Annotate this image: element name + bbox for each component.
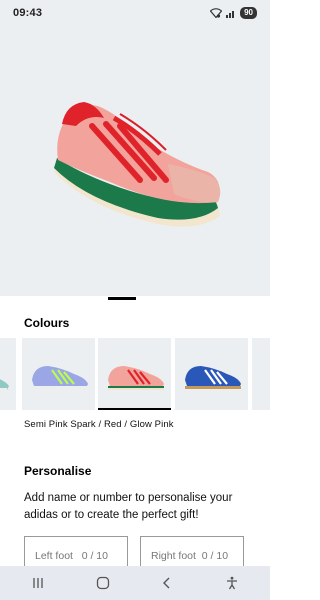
status-time: 09:43 [13,7,43,19]
home-button[interactable] [88,568,118,598]
recents-icon [33,578,43,588]
recents-button[interactable] [23,568,53,598]
wifi-icon [210,8,223,18]
selected-colour-name: Semi Pink Spark / Red / Glow Pink [24,419,174,430]
image-carousel-indicator [108,297,136,300]
product-shoe-image [54,102,221,227]
status-icons: 90 [210,7,257,19]
right-foot-placeholder: Right foot 0 / 10 [151,550,229,562]
back-button[interactable] [152,568,182,598]
personalise-heading: Personalise [24,464,92,478]
shoe-thumbnail-icon [108,366,164,390]
shoe-thumbnail-icon [32,366,88,389]
system-navigation-bar [0,566,270,600]
status-bar: 09:43 90 [0,0,270,26]
back-icon [163,577,170,589]
colour-swatch-1[interactable] [0,338,16,410]
shoe-thumbnail-icon [0,379,9,391]
colour-swatch-carousel[interactable] [0,338,270,410]
product-hero-image[interactable] [0,26,270,296]
accessibility-button[interactable] [217,568,247,598]
accessibility-icon [226,576,237,590]
left-foot-placeholder: Left foot 0 / 10 [35,550,108,562]
shoe-thumbnail-icon [185,366,241,389]
battery-level: 90 [240,7,257,19]
colour-swatch-2[interactable] [22,338,95,410]
colour-swatch-4[interactable] [175,338,248,410]
colours-heading: Colours [24,316,70,330]
colour-swatch-3-selected[interactable] [98,338,171,410]
colour-swatch-5[interactable] [252,338,270,410]
home-icon [96,576,109,590]
personalise-description: Add name or number to personalise your a… [24,492,233,521]
signal-icon [226,10,235,18]
